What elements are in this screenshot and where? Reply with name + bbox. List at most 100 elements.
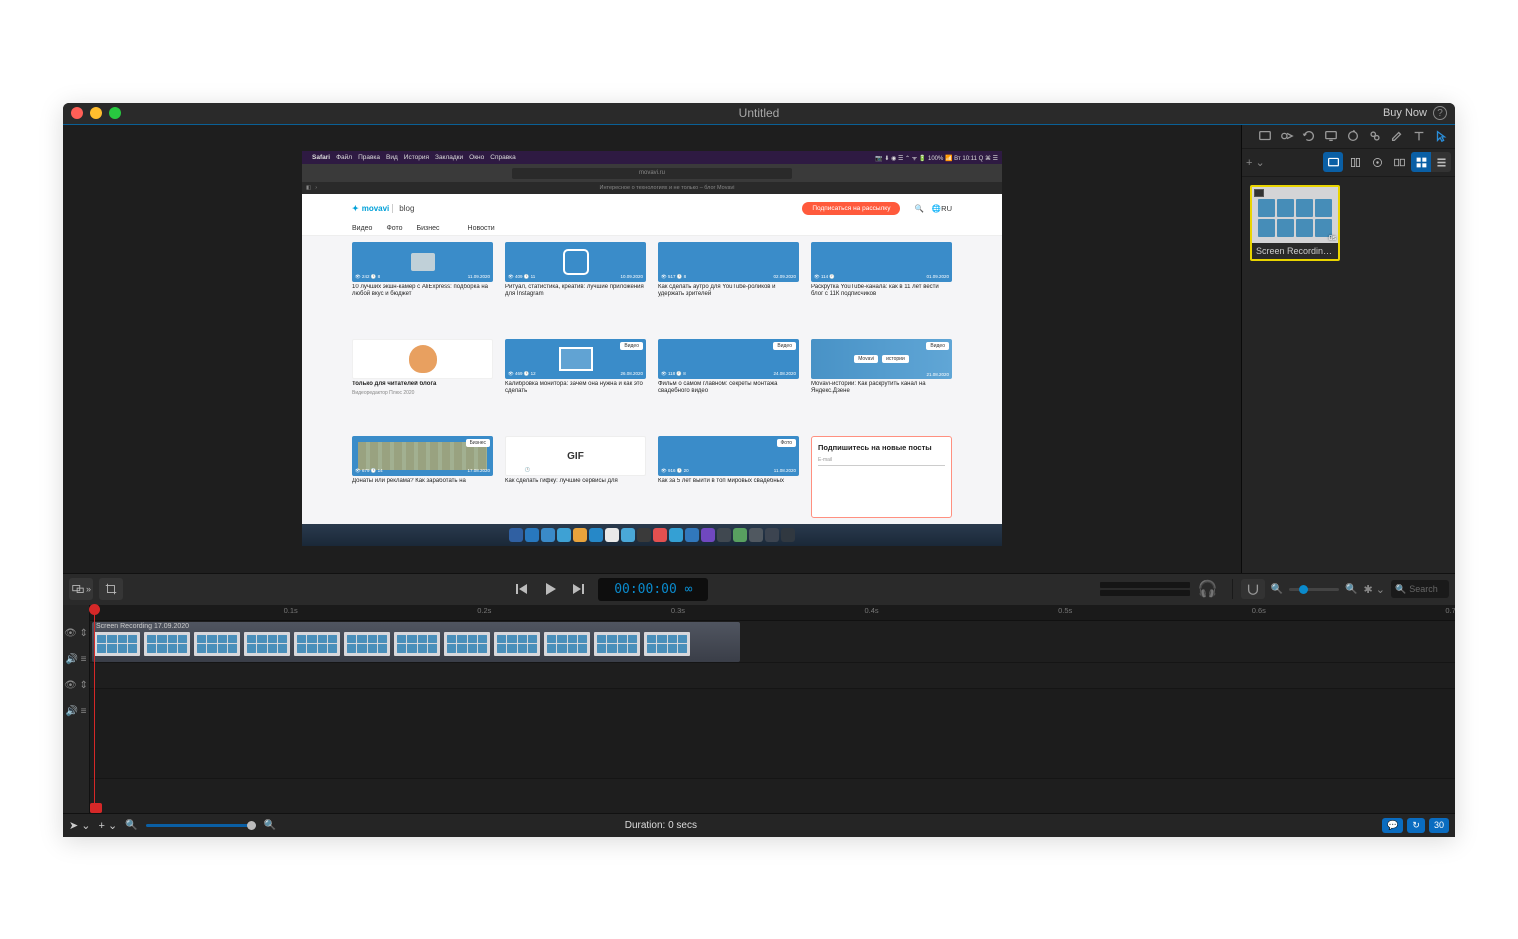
help-icon[interactable]: ? — [1433, 106, 1447, 120]
empty-track-area[interactable] — [90, 689, 1455, 779]
dock-app-icon — [653, 528, 667, 542]
detach-preview-button[interactable]: » — [69, 578, 93, 600]
record-screen-icon[interactable] — [1255, 127, 1275, 145]
search-input[interactable]: 🔍 Search — [1391, 580, 1449, 598]
timeline-gutter: 👁 ⇕ 🔊 ≡ 👁 ⇕ 🔊 ≡ — [63, 605, 90, 813]
blog-subscribe-button: Подписаться на рассылку — [802, 202, 900, 215]
transitions-tab[interactable] — [1389, 152, 1409, 172]
zoom-in-icon[interactable]: 🔍 — [264, 820, 276, 831]
dock-app-icon — [733, 528, 747, 542]
edit-icon[interactable] — [1387, 127, 1407, 145]
record-voice-icon[interactable] — [1277, 127, 1297, 145]
ruler-tick: 0.7s — [1445, 606, 1455, 615]
lang-selector: 🌐RU — [932, 204, 952, 213]
preview-canvas[interactable]: Safari Файл Правка Вид История Закладки … — [302, 151, 1002, 546]
grid-view-button[interactable] — [1411, 152, 1431, 172]
rotate-icon[interactable] — [1299, 127, 1319, 145]
library-tab[interactable] — [1345, 152, 1365, 172]
media-thumbnail: 0s — [1252, 187, 1338, 243]
blog-card: 👁 242 🕐 811.09.202010 лучших экшн-камер … — [352, 242, 493, 331]
traffic-lights — [71, 107, 121, 119]
timeline-ruler[interactable]: 0.1s 0.2s 0.3s 0.4s 0.5s 0.6s 0.7s — [90, 605, 1455, 621]
add-track-button[interactable]: + ⌄ — [99, 819, 118, 832]
timeline-area: 👁 ⇕ 🔊 ≡ 👁 ⇕ 🔊 ≡ 0.1s 0.2s 0.3s 0.4s 0.5s 0.6s… — [63, 605, 1455, 813]
text-icon[interactable] — [1409, 127, 1429, 145]
video-track-2[interactable] — [90, 663, 1455, 689]
select-tool[interactable]: ➤ ⌄ — [69, 819, 91, 832]
clip-frame-thumb — [444, 632, 490, 656]
prev-frame-button[interactable] — [514, 581, 530, 597]
timeline-clip[interactable]: Screen Recording 17.09.2020 — [92, 622, 740, 662]
blog-card: Только для читателей блогаВидеоредактор … — [352, 339, 493, 429]
buy-now-link[interactable]: Buy Now — [1383, 107, 1427, 119]
recorded-safari-tabbar: ◧› Интересное о технологиях и не только … — [302, 182, 1002, 194]
link-icon[interactable] — [1365, 127, 1385, 145]
zoom-out-icon[interactable]: 🔍 — [1271, 584, 1283, 595]
media-bin[interactable]: 0s Screen Recording... — [1242, 177, 1455, 573]
maximize-window-button[interactable] — [109, 107, 121, 119]
play-button[interactable] — [542, 581, 558, 597]
clip-frame-thumb — [294, 632, 340, 656]
ruler-tick: 0.1s — [284, 606, 298, 615]
bottom-bar: ➤ ⌄ + ⌄ 🔍 🔍 Duration: 0 secs 💬 ↻ 30 — [63, 813, 1455, 837]
blog-card: 👁 409 🕐 1110.09.2020Ритуал, статистика, … — [505, 242, 646, 331]
zoom-out-icon[interactable]: 🔍 — [125, 820, 137, 831]
track-audio-toggle[interactable]: 🔊 ≡ — [63, 647, 89, 673]
dock-app-icon — [589, 528, 603, 542]
recorded-webpage: ✦ movavi blog Подписаться на рассылку 🔍 🌐… — [302, 194, 1002, 524]
minimize-window-button[interactable] — [90, 107, 102, 119]
dock-app-icon — [541, 528, 555, 542]
monitor-icon[interactable] — [1321, 127, 1341, 145]
ruler-tick: 0.5s — [1058, 606, 1072, 615]
panel-zoom-slider[interactable] — [1289, 588, 1339, 591]
dock-app-icon — [557, 528, 571, 542]
add-media-button[interactable]: + ⌄ — [1246, 156, 1270, 169]
dock-app-icon — [765, 528, 779, 542]
timeline-tracks[interactable]: 0.1s 0.2s 0.3s 0.4s 0.5s 0.6s 0.7s Screen Reco… — [90, 605, 1455, 813]
blog-logo: ✦ movavi blog — [352, 204, 414, 213]
zoom-in-icon[interactable]: 🔍 — [1345, 584, 1357, 595]
chat-button[interactable]: 💬 — [1382, 818, 1403, 833]
track2-audio-toggle[interactable]: 🔊 ≡ — [63, 699, 89, 725]
media-duration: 0s — [1329, 235, 1336, 242]
recorded-mac-menubar: Safari Файл Правка Вид История Закладки … — [302, 151, 1002, 164]
video-track-1[interactable]: Screen Recording 17.09.2020 — [90, 621, 1455, 663]
close-window-button[interactable] — [71, 107, 83, 119]
cursor-icon[interactable] — [1431, 127, 1451, 145]
fps-badge[interactable]: 30 — [1429, 818, 1449, 833]
sync-button[interactable]: ↻ — [1407, 818, 1425, 833]
track-visibility-toggle[interactable]: 👁 ⇕ — [63, 621, 89, 647]
dock-app-icon — [525, 528, 539, 542]
panel-toolbar — [1242, 125, 1455, 149]
playhead[interactable] — [94, 605, 95, 813]
blog-nav: Видео Фото Бизнес Новости — [302, 222, 1002, 236]
track2-visibility-toggle[interactable]: 👁 ⇕ — [63, 673, 89, 699]
next-frame-button[interactable] — [570, 581, 586, 597]
crop-button[interactable] — [99, 578, 123, 600]
headphones-icon[interactable]: 🎧 — [1198, 579, 1218, 599]
timecode-display[interactable]: 00:00:00 ∞ — [598, 578, 708, 601]
ruler-tick: 0.3s — [671, 606, 685, 615]
ruler-tick: 0.4s — [864, 606, 878, 615]
blog-card: Фото👁 916 🕐 2011.08.2020Как за 5 лет вый… — [658, 436, 799, 518]
recorded-url-bar: movavi.ru — [512, 168, 792, 179]
timeline-zoom-slider[interactable] — [146, 824, 256, 827]
dock-app-icon — [685, 528, 699, 542]
media-item[interactable]: 0s Screen Recording... — [1250, 185, 1340, 261]
refresh-icon[interactable] — [1343, 127, 1363, 145]
ruler-tick: 0.6s — [1252, 606, 1266, 615]
ruler-tick: 0.2s — [477, 606, 491, 615]
clip-frame-thumb — [544, 632, 590, 656]
snapping-button[interactable] — [1241, 579, 1265, 599]
playhead-footer-icon[interactable] — [90, 803, 102, 813]
media-tab[interactable] — [1323, 152, 1343, 172]
list-view-button[interactable] — [1431, 152, 1451, 172]
blog-card: 👁 517 🕐 802.09.2020Как сделать аутро для… — [658, 242, 799, 331]
search-icon: 🔍 — [914, 204, 923, 213]
blog-header: ✦ movavi blog Подписаться на рассылку 🔍 🌐… — [302, 194, 1002, 222]
clip-frame-thumb — [344, 632, 390, 656]
annotations-tab[interactable] — [1367, 152, 1387, 172]
dock-app-icon — [781, 528, 795, 542]
settings-icon[interactable]: ✱ ⌄ — [1364, 583, 1386, 596]
dock-app-icon — [717, 528, 731, 542]
